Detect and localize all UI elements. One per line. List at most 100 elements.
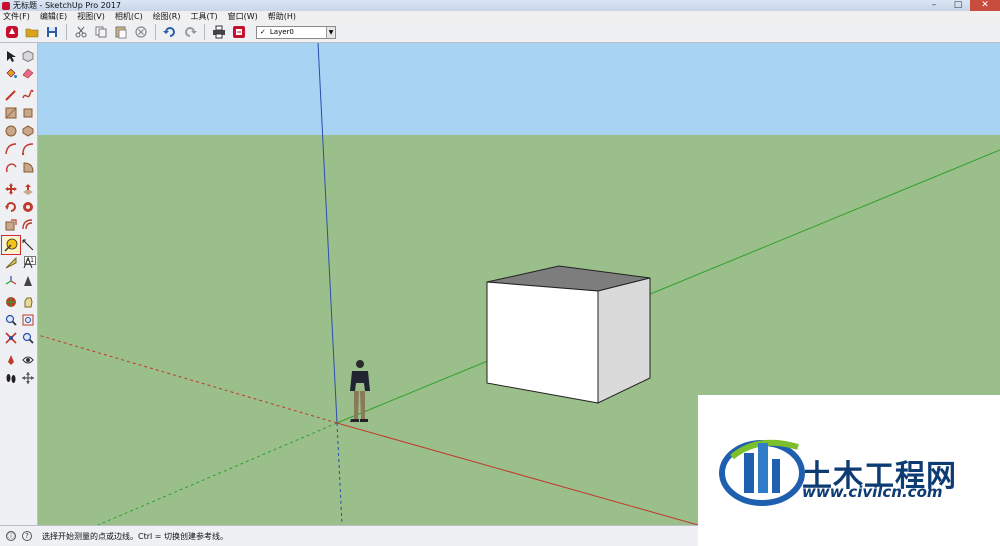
- menu-edit[interactable]: 编辑(E): [40, 12, 67, 22]
- standard-toolbar: ✓ Layer0 ▼: [0, 22, 1000, 43]
- undo-button[interactable]: [161, 23, 179, 41]
- freehand-tool[interactable]: [20, 87, 36, 103]
- tool-palette: A1: [0, 43, 38, 525]
- position-camera-tool[interactable]: [3, 352, 19, 368]
- minimize-button[interactable]: –: [922, 0, 946, 11]
- push-pull-icon: [23, 184, 33, 195]
- zoom-extents-tool[interactable]: [3, 330, 19, 346]
- move-tool[interactable]: [3, 181, 19, 197]
- menu-draw[interactable]: 绘图(R): [153, 12, 181, 22]
- scale-tool[interactable]: [3, 217, 19, 233]
- arrow-cursor-icon: [7, 51, 16, 62]
- open-button[interactable]: [23, 23, 41, 41]
- toolbar-separator: [204, 24, 205, 40]
- line-tool[interactable]: [3, 87, 19, 103]
- orbit-icon: [6, 297, 16, 307]
- arc-tool[interactable]: [3, 141, 19, 157]
- menu-view[interactable]: 视图(V): [77, 12, 105, 22]
- watermark-url: www.civilcn.com: [802, 483, 943, 501]
- three-point-arc-tool[interactable]: [3, 159, 19, 175]
- pie-tool[interactable]: [20, 159, 36, 175]
- three-point-arc-icon: [5, 163, 17, 173]
- maximize-button[interactable]: □: [946, 0, 970, 11]
- geo-location-icon[interactable]: ⓘ: [6, 531, 16, 541]
- eraser-tool[interactable]: [20, 65, 36, 81]
- menu-tools[interactable]: 工具(T): [191, 12, 218, 22]
- layer-name: Layer0: [269, 28, 294, 36]
- get-started-button[interactable]: [3, 23, 21, 41]
- footprints-walk-icon: [6, 374, 16, 383]
- undo-arrow-icon: [163, 27, 175, 37]
- model-info-button[interactable]: [230, 23, 248, 41]
- paste-icon: [115, 26, 127, 39]
- dimension-tool[interactable]: [20, 237, 36, 253]
- figure-head: [356, 360, 364, 368]
- protractor-tool[interactable]: [3, 255, 19, 271]
- two-point-arc-icon: [22, 143, 34, 155]
- polygon-icon: [22, 125, 34, 137]
- offset-icon: [22, 219, 33, 230]
- layer-check-icon: ✓: [260, 28, 266, 36]
- white-box[interactable]: [486, 265, 651, 404]
- rectangle-tool[interactable]: [3, 105, 19, 121]
- sketchup-app-icon: [2, 1, 10, 10]
- make-component-tool[interactable]: [20, 48, 36, 64]
- window-controls: – □ ✕: [922, 0, 1000, 11]
- redo-button[interactable]: [181, 23, 199, 41]
- 3d-text-tool[interactable]: [20, 273, 36, 289]
- copy-button[interactable]: [92, 23, 110, 41]
- polygon-tool[interactable]: [20, 123, 36, 139]
- select-tool[interactable]: [3, 48, 19, 64]
- follow-me-icon: [23, 202, 33, 212]
- previous-view-tool[interactable]: [20, 330, 36, 346]
- section-plane-icon: [22, 372, 34, 384]
- circle-tool[interactable]: [3, 123, 19, 139]
- close-button[interactable]: ✕: [970, 0, 1000, 11]
- pie-icon: [23, 162, 34, 173]
- walk-tool[interactable]: [3, 370, 19, 386]
- chevron-down-icon[interactable]: ▼: [326, 26, 335, 38]
- scale-icon: [5, 219, 17, 231]
- pan-tool[interactable]: [20, 294, 36, 310]
- two-point-arc-tool[interactable]: [20, 141, 36, 157]
- help-icon[interactable]: ?: [22, 531, 32, 541]
- tape-measure-icon: [4, 238, 18, 252]
- civilcn-watermark: 土木工程网 www.civilcn.com: [698, 395, 1000, 546]
- rotate-tool[interactable]: [3, 199, 19, 215]
- axes-tool[interactable]: [3, 273, 19, 289]
- eye-look-around-icon: [22, 356, 34, 364]
- paint-bucket-tool[interactable]: [3, 65, 19, 81]
- eraser-icon: [22, 68, 34, 79]
- push-pull-tool[interactable]: [20, 181, 36, 197]
- rotated-rectangle-tool[interactable]: [20, 105, 36, 121]
- box-front-face: [486, 281, 599, 404]
- layer-selector[interactable]: ✓ Layer0 ▼: [256, 25, 336, 39]
- follow-me-tool[interactable]: [20, 199, 36, 215]
- zoom-tool[interactable]: [3, 312, 19, 328]
- menu-help[interactable]: 帮助(H): [268, 12, 296, 22]
- printer-icon: [213, 25, 225, 39]
- text-tool[interactable]: [20, 255, 36, 271]
- cut-button[interactable]: [72, 23, 90, 41]
- scissors-icon: [75, 26, 87, 38]
- erase-button[interactable]: [132, 23, 150, 41]
- zoom-window-icon: [22, 314, 34, 326]
- redo-arrow-icon: [185, 27, 197, 37]
- tape-measure-tool[interactable]: [1, 235, 21, 255]
- orbit-tool[interactable]: [3, 294, 19, 310]
- figure-shoes: [350, 419, 368, 422]
- zoom-extents-icon: [5, 332, 17, 344]
- zoom-window-tool[interactable]: [20, 312, 36, 328]
- menu-camera[interactable]: 相机(C): [115, 12, 143, 22]
- component-cube-icon: [22, 50, 34, 62]
- print-button[interactable]: [210, 23, 228, 41]
- circle-icon: [5, 125, 17, 137]
- look-around-tool[interactable]: [20, 352, 36, 368]
- paste-button[interactable]: [112, 23, 130, 41]
- offset-tool[interactable]: [20, 217, 36, 233]
- save-button[interactable]: [43, 23, 61, 41]
- section-plane-tool[interactable]: [20, 370, 36, 386]
- menu-file[interactable]: 文件(F): [3, 12, 30, 22]
- pencil-line-icon: [5, 90, 16, 101]
- menu-window[interactable]: 窗口(W): [228, 12, 258, 22]
